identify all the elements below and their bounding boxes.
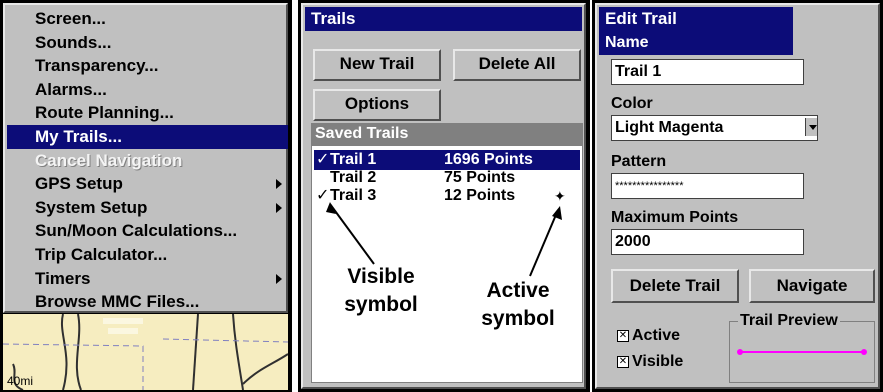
name-label: Name — [599, 31, 793, 55]
chevron-down-icon[interactable] — [805, 118, 817, 136]
trails-title: Trails — [305, 7, 582, 31]
chevron-right-icon — [276, 273, 282, 284]
menu-item[interactable]: Alarms... — [7, 78, 288, 102]
menu-item[interactable]: Sounds... — [7, 31, 288, 55]
menu-item[interactable]: Browse MMC Files... — [7, 290, 288, 314]
menu-item-label: Transparency... — [35, 56, 159, 76]
color-select[interactable]: Light Magenta — [611, 115, 818, 141]
main-menu-panel: Screen... Sounds... Transparency... Alarms.… — [0, 0, 292, 392]
menu-item-label: Sounds... — [35, 32, 112, 52]
map-scale-label: 40mi — [7, 374, 34, 388]
trails-window: Trails New Trail Delete All Options Save… — [301, 3, 586, 389]
active-label: Active — [632, 327, 681, 344]
chevron-right-icon — [276, 202, 282, 213]
map-lines — [3, 314, 288, 390]
pattern-label: Pattern — [611, 153, 667, 170]
main-menu: Screen... Sounds... Transparency... Alarms.… — [3, 3, 288, 313]
trail-preview-group: Trail Preview — [729, 312, 875, 383]
menu-item[interactable]: System Setup — [7, 196, 288, 220]
menu-item[interactable]: GPS Setup — [7, 172, 288, 196]
annotation-line: symbol — [481, 307, 555, 330]
map-background: 40mi — [3, 314, 288, 390]
visible-checkbox[interactable]: ✕ Visible — [617, 353, 683, 371]
delete-all-button[interactable]: Delete All — [453, 49, 581, 81]
menu-item-label: Browse MMC Files... — [35, 292, 200, 312]
menu-item-label: Sun/Moon Calculations... — [35, 221, 238, 241]
menu-item-label: Trip Calculator... — [35, 245, 168, 264]
active-symbol-annotation: Active symbol — [458, 277, 578, 333]
menu-item-label: Timers — [35, 268, 91, 288]
menu-item-label: Route Planning... — [35, 103, 174, 123]
checkbox-check-icon: ✕ — [617, 329, 629, 342]
trails-panel: Trails New Trail Delete All Options Save… — [298, 0, 590, 392]
visible-symbol-annotation: Visible symbol — [321, 263, 441, 319]
annotation-line: Active — [486, 279, 550, 302]
menu-item-label: Alarms... — [35, 79, 107, 99]
menu-item-label: System Setup — [35, 197, 148, 217]
maximum-points-field[interactable]: 2000 — [611, 229, 804, 255]
menu-item[interactable]: Screen... — [7, 7, 288, 31]
maximum-points-label: Maximum Points — [611, 209, 739, 226]
annotation-line: Visible — [347, 265, 415, 288]
new-trail-button[interactable]: New Trail — [313, 49, 441, 81]
trail-preview-line — [737, 349, 867, 355]
visible-label: Visible — [632, 353, 684, 370]
edit-trail-title: Edit Trail — [599, 7, 793, 31]
pattern-field[interactable]: **************** — [611, 173, 804, 199]
annotation-line: symbol — [344, 293, 418, 316]
menu-item[interactable]: Sun/Moon Calculations... — [7, 219, 288, 243]
menu-item-label: GPS Setup — [35, 174, 123, 194]
edit-trail-panel: Edit Trail Name Trail 1 Color Light Mage… — [592, 0, 883, 392]
checkbox-check-icon: ✕ — [617, 355, 629, 368]
chevron-right-icon — [276, 179, 282, 190]
edit-trail-window: Edit Trail Name Trail 1 Color Light Mage… — [595, 3, 880, 389]
menu-item-label: Cancel Navigation — [35, 150, 183, 170]
trail-name-field[interactable]: Trail 1 — [611, 59, 804, 85]
menu-item-label: My Trails... — [35, 127, 122, 146]
menu-item[interactable]: Timers — [7, 267, 288, 291]
delete-trail-button[interactable]: Delete Trail — [611, 269, 739, 303]
menu-item[interactable]: Transparency... — [7, 54, 288, 78]
saved-trails-header: Saved Trails — [311, 123, 583, 145]
menu-item[interactable]: Trip Calculator... — [7, 243, 288, 267]
navigate-button[interactable]: Navigate — [749, 269, 875, 303]
color-label: Color — [611, 95, 653, 112]
menu-item: Cancel Navigation — [7, 149, 288, 173]
options-button[interactable]: Options — [313, 89, 441, 121]
active-checkbox[interactable]: ✕ Active — [617, 327, 680, 345]
menu-item[interactable]: My Trails... — [7, 125, 288, 149]
menu-item[interactable]: Route Planning... — [7, 101, 288, 125]
menu-item-label: Screen... — [35, 9, 106, 28]
color-value: Light Magenta — [615, 119, 724, 136]
